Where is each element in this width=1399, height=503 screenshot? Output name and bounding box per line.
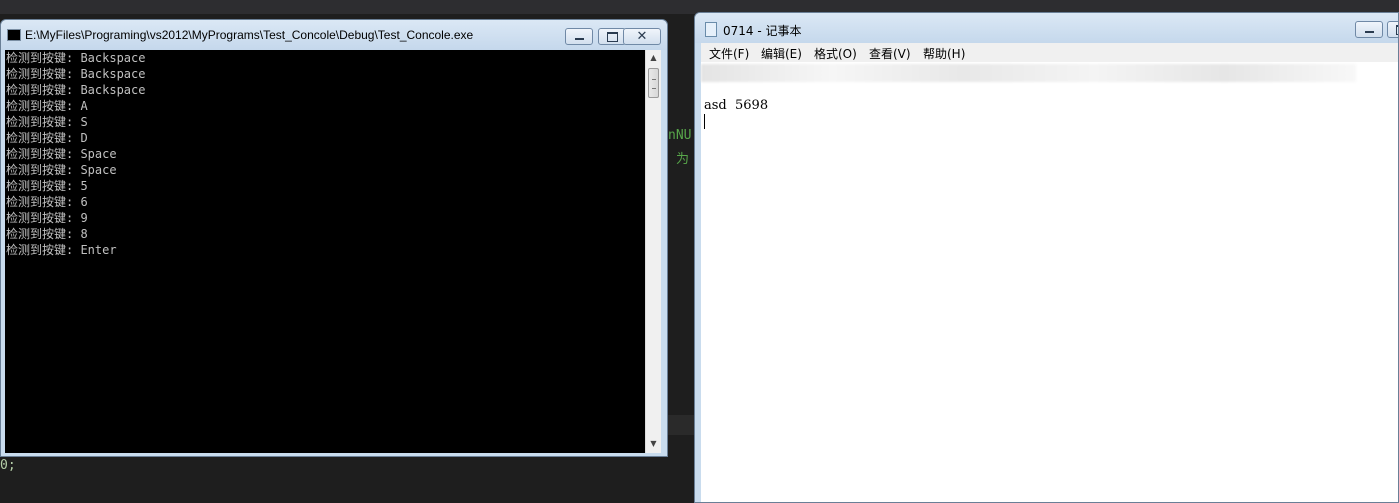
console-app-icon <box>7 29 21 41</box>
minimize-icon <box>566 29 592 44</box>
console-minimize-button[interactable] <box>565 28 593 45</box>
menu-file[interactable]: 文件(F) <box>709 45 749 62</box>
ide-code-fragment: nNU <box>668 128 692 143</box>
notepad-titlebar[interactable]: 0714 - 记事本 <box>695 13 1398 43</box>
console-line: 检测到按键: 8 <box>6 227 88 241</box>
console-line: 检测到按键: Backspace <box>6 51 146 65</box>
console-line: 检测到按键: Space <box>6 163 117 177</box>
console-maximize-button[interactable] <box>598 28 626 45</box>
menu-help[interactable]: 帮助(H) <box>923 45 965 62</box>
console-line: 检测到按键: 5 <box>6 179 88 193</box>
console-title: E:\MyFiles\Programing\vs2012\MyPrograms\… <box>25 28 474 42</box>
scroll-thumb[interactable] <box>648 68 659 98</box>
console-line: 检测到按键: Backspace <box>6 83 146 97</box>
console-line: 检测到按键: Space <box>6 147 117 161</box>
scroll-down-arrow-icon[interactable]: ▼ <box>646 436 661 452</box>
close-icon: ✕ <box>636 29 648 44</box>
notepad-app-icon <box>705 22 717 37</box>
ide-code-fragment: 为 <box>676 152 690 167</box>
grip-icon <box>652 79 656 89</box>
notepad-maximize-button[interactable] <box>1387 21 1398 38</box>
menu-edit[interactable]: 编辑(E) <box>761 45 802 62</box>
ide-code-fragment: 0; <box>0 458 16 473</box>
console-scrollbar[interactable]: ▲ ▼ <box>645 50 661 453</box>
notepad-content: asd 5698 <box>704 98 769 113</box>
console-window[interactable]: E:\MyFiles\Programing\vs2012\MyPrograms\… <box>0 19 668 457</box>
menu-view[interactable]: 查看(V) <box>869 45 911 62</box>
console-line: 检测到按键: D <box>6 131 88 145</box>
notepad-window[interactable]: 0714 - 记事本 文件(F) 编辑(E) 格式(O) 查看(V) 帮助(H)… <box>694 12 1399 503</box>
console-titlebar[interactable]: E:\MyFiles\Programing\vs2012\MyPrograms\… <box>1 20 667 50</box>
console-line: 检测到按键: 6 <box>6 195 88 209</box>
console-line: 检测到按键: S <box>6 115 88 129</box>
minimize-icon <box>1356 22 1382 37</box>
maximize-icon <box>1388 22 1398 37</box>
scroll-up-arrow-icon[interactable]: ▲ <box>646 50 661 66</box>
console-line: 检测到按键: 9 <box>6 211 88 225</box>
text-caret <box>704 114 705 129</box>
blurred-region <box>701 64 1356 82</box>
console-line: 检测到按键: Enter <box>6 243 117 257</box>
notepad-text-area[interactable]: asd 5698 <box>701 62 1398 502</box>
console-line: 检测到按键: Backspace <box>6 67 146 81</box>
maximize-icon <box>599 29 625 44</box>
console-close-button[interactable]: ✕ <box>623 28 661 45</box>
notepad-title: 0714 - 记事本 <box>723 24 802 38</box>
notepad-minimize-button[interactable] <box>1355 21 1383 38</box>
menu-format[interactable]: 格式(O) <box>814 45 857 62</box>
console-output: 检测到按键: Backspace 检测到按键: Backspace 检测到按键:… <box>5 50 645 453</box>
console-line: 检测到按键: A <box>6 99 88 113</box>
notepad-menubar: 文件(F) 编辑(E) 格式(O) 查看(V) 帮助(H) <box>701 43 1398 62</box>
